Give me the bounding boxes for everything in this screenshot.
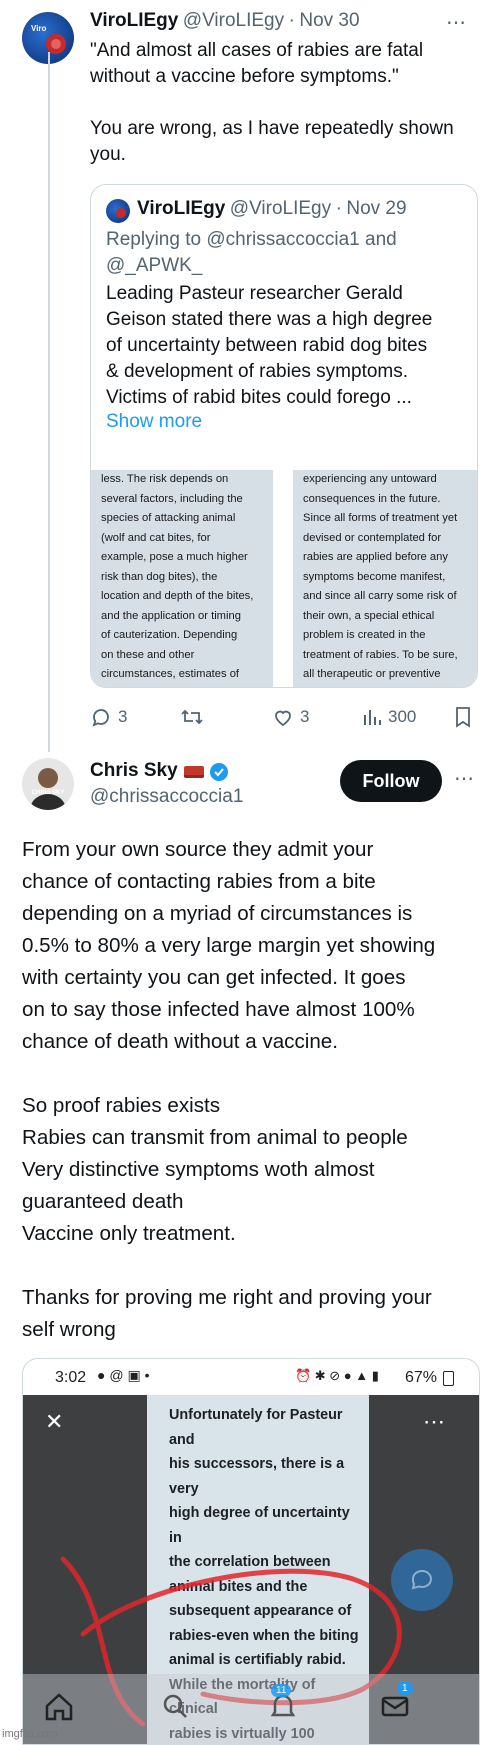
svg-text:Viro: Viro [31,24,47,33]
verified-badge-icon [209,762,228,781]
brick-emoji-icon [184,765,205,778]
tweet1-author-name[interactable]: ViroLIEgy [90,10,178,31]
like-count: 3 [300,707,310,726]
chris-sky-avatar[interactable]: CHRIS SKY [22,758,74,810]
quote-image-right[interactable]: experiencing any untoward consequences i… [293,470,477,687]
show-more-link[interactable]: Show more [106,411,202,433]
heart-icon [275,710,291,727]
bookmark-button[interactable] [454,706,472,728]
quote-header: ViroLIEgy @ViroLIEgy · Nov 29 [137,198,407,219]
retweet-button[interactable] [180,706,204,728]
analytics-icon [364,710,381,725]
quoted-tweet-card[interactable]: ViroLIEgy @ViroLIEgy · Nov 29 Replying t… [90,184,478,688]
views-button[interactable]: 300 [362,706,416,728]
quote-image-left[interactable]: less. The risk depends on several factor… [91,470,273,687]
quote-author-handle: @ViroLIEgy [229,198,332,219]
search-icon[interactable] [159,1690,191,1722]
home-icon[interactable] [43,1690,75,1722]
reply-icon [92,709,109,727]
tweet1-author-handle[interactable]: @ViroLIEgy [183,10,284,31]
tweet1-text: "And almost all cases of rabies are fata… [90,40,454,165]
follow-button[interactable]: Follow [340,760,442,802]
tweet1-header: ViroLIEgy @ViroLIEgy · Nov 30 [90,10,360,31]
notifications-badge: 11 [271,1684,292,1697]
chat-bubble-icon [411,1569,432,1590]
imgflip-watermark: imgflip.com [2,1728,58,1740]
thread-connector-line [48,52,50,752]
retweet-icon [181,709,203,725]
reply-count: 3 [118,707,128,726]
avatar-label: CHRIS SKY [32,790,65,796]
tweet2-author-handle[interactable]: @chrissaccoccia1 [90,786,243,808]
quote-text: Leading Pasteur researcher Gerald Geison… [106,283,433,408]
bookmark-icon [456,707,470,728]
tweet2-author: Chris Sky [90,760,229,782]
tweet2-author-name[interactable]: Chris Sky [90,760,178,781]
ellipsis-icon[interactable]: ⋯ [446,10,466,35]
view-count: 300 [388,707,417,726]
attached-phone-screenshot[interactable]: 3:02 ● @ ▣ • ⏰ ✱ ⊘ ● ▲ ▮ 67% ✕ ⋯ Unfortu… [22,1358,480,1745]
quote-avatar [106,199,130,223]
quote-replying-to: Replying to @chrissaccoccia1 and @_APWK_ [106,229,397,276]
compose-fab[interactable] [391,1549,453,1611]
messages-badge: 1 [397,1682,413,1695]
tweet2-text: From your own source they admit your cha… [22,838,436,1341]
reply-button[interactable]: 3 [90,706,127,728]
quote-date: Nov 29 [346,198,407,219]
tweet2-more-icon[interactable]: ⋯ [454,766,474,791]
phone-bottom-nav: 11 1 [23,1674,479,1744]
like-button[interactable]: 3 [272,706,309,728]
quote-author-name: ViroLIEgy [137,198,226,219]
tweet1-date[interactable]: Nov 30 [299,10,359,31]
